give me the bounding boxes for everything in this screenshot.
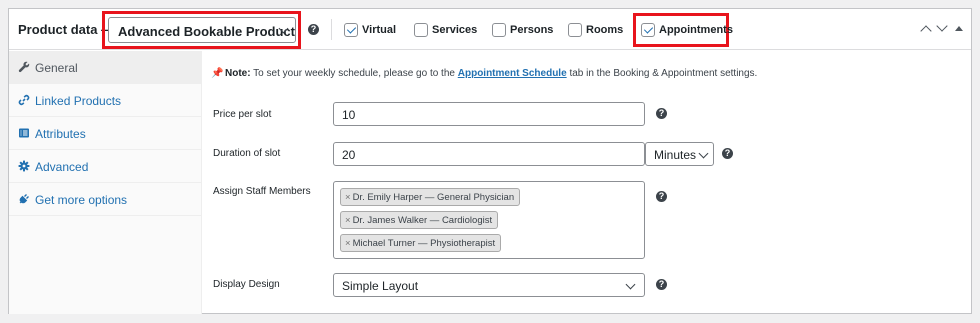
product-data-panel: Product data — Advanced Bookable Product… xyxy=(8,8,972,314)
design-value: Simple Layout xyxy=(342,279,419,293)
appointments-checkbox[interactable] xyxy=(641,23,655,37)
plugin-icon xyxy=(18,193,30,205)
move-down-icon[interactable] xyxy=(936,20,948,32)
duration-input[interactable]: 20 xyxy=(333,142,645,166)
duration-value: 20 xyxy=(342,148,356,162)
move-up-icon[interactable] xyxy=(920,25,932,37)
staff-label: Assign Staff Members xyxy=(213,186,311,197)
product-data-header: Product data — Advanced Bookable Product… xyxy=(9,9,971,50)
tab-get-more-options[interactable]: Get more options xyxy=(9,183,202,216)
tab-general[interactable]: General xyxy=(9,51,202,84)
appointment-schedule-link[interactable]: Appointment Schedule xyxy=(458,68,567,79)
duration-label: Duration of slot xyxy=(213,148,281,159)
link-icon xyxy=(18,94,30,106)
remove-chip-icon[interactable]: × xyxy=(345,215,351,226)
list-icon xyxy=(18,127,30,139)
persons-label[interactable]: Persons xyxy=(510,24,553,36)
price-value: 10 xyxy=(342,108,356,122)
persons-checkbox[interactable] xyxy=(492,23,506,37)
product-data-title: Product data — xyxy=(18,22,115,37)
staff-chip[interactable]: × Dr. James Walker — Cardiologist xyxy=(340,211,499,229)
tab-linked-products[interactable]: Linked Products xyxy=(9,84,202,117)
duration-help-icon[interactable]: ? xyxy=(722,148,733,159)
pin-icon: 📌 xyxy=(211,68,224,79)
remove-chip-icon[interactable]: × xyxy=(345,238,351,249)
product-type-value: Advanced Bookable Product xyxy=(118,24,295,39)
tab-attributes[interactable]: Attributes xyxy=(9,117,202,150)
rooms-label[interactable]: Rooms xyxy=(586,24,623,36)
appointments-label[interactable]: Appointments xyxy=(659,24,733,36)
tab-attributes-label: Attributes xyxy=(35,127,86,141)
tab-general-label: General xyxy=(35,61,78,75)
rooms-checkbox[interactable] xyxy=(568,23,582,37)
product-type-select[interactable]: Advanced Bookable Product xyxy=(108,17,296,43)
note-text-before: To set your weekly schedule, please go t… xyxy=(253,68,455,79)
gear-icon xyxy=(18,160,30,172)
price-input[interactable]: 10 xyxy=(333,102,645,126)
design-select[interactable]: Simple Layout xyxy=(333,273,645,297)
price-label: Price per slot xyxy=(213,109,272,120)
help-icon[interactable]: ? xyxy=(308,24,319,35)
virtual-checkbox[interactable] xyxy=(344,23,358,37)
tab-advanced[interactable]: Advanced xyxy=(9,150,202,183)
staff-chip[interactable]: × Michael Turner — Physiotherapist xyxy=(340,234,502,252)
duration-unit-value: Minutes xyxy=(654,148,697,162)
collapse-toggle-icon[interactable] xyxy=(955,26,963,31)
staff-help-icon[interactable]: ? xyxy=(656,191,667,202)
tab-advanced-label: Advanced xyxy=(35,160,89,174)
tab-linked-products-label: Linked Products xyxy=(35,94,122,108)
header-divider xyxy=(331,19,332,40)
services-label[interactable]: Services xyxy=(432,24,477,36)
tab-get-more-options-label: Get more options xyxy=(35,193,128,207)
product-data-tabs: General Linked Products Attributes Advan… xyxy=(9,51,202,314)
design-help-icon[interactable]: ? xyxy=(656,279,667,290)
services-checkbox[interactable] xyxy=(414,23,428,37)
chevron-down-icon xyxy=(698,148,709,159)
note-prefix: Note: xyxy=(225,68,251,79)
schedule-note: Note: To set your weekly schedule, pleas… xyxy=(225,68,757,79)
price-help-icon[interactable]: ? xyxy=(656,108,667,119)
wrench-icon xyxy=(18,61,30,73)
design-label: Display Design xyxy=(213,279,280,290)
staff-multiselect[interactable]: × Dr. Emily Harper — General Physician × D… xyxy=(333,181,645,259)
chevron-down-icon xyxy=(625,279,636,290)
staff-chip[interactable]: × Dr. Emily Harper — General Physician xyxy=(340,188,521,206)
duration-unit-select[interactable]: Minutes xyxy=(645,142,714,166)
remove-chip-icon[interactable]: × xyxy=(345,192,351,203)
virtual-label[interactable]: Virtual xyxy=(362,24,396,36)
note-text-after: tab in the Booking & Appointment setting… xyxy=(569,68,758,79)
